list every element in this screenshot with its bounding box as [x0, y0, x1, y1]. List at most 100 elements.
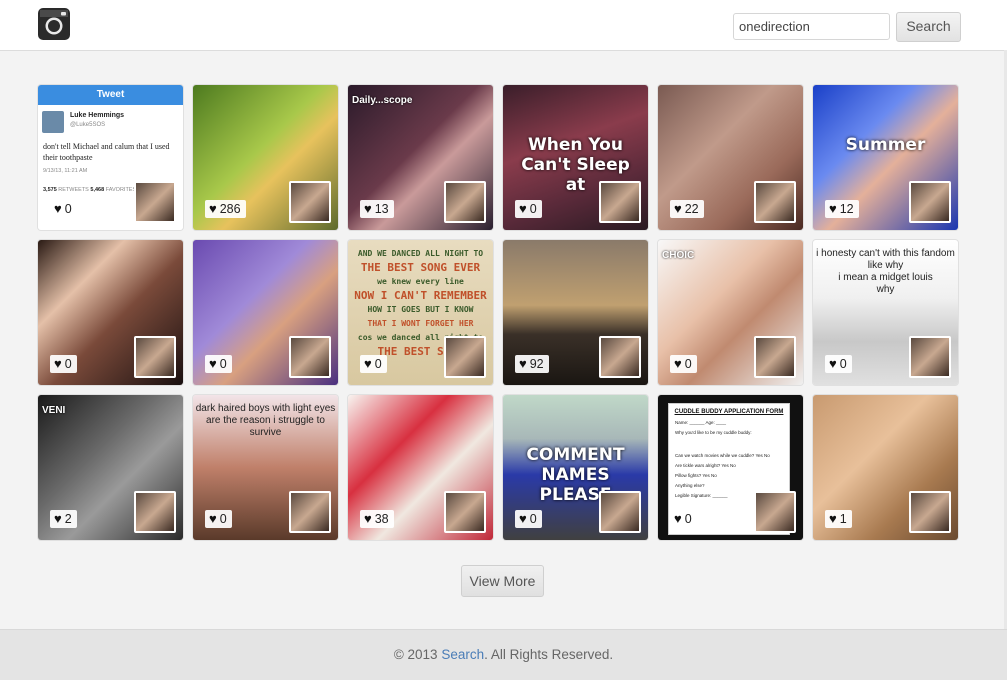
like-count: 0 — [529, 512, 537, 526]
like-count-badge[interactable]: ♥ 0 — [515, 510, 542, 528]
heart-icon: ♥ — [519, 201, 527, 216]
photo-tile[interactable]: AND WE DANCED ALL NIGHT TO THE BEST SONG … — [348, 240, 493, 385]
like-count: 0 — [64, 357, 72, 371]
heart-icon: ♥ — [674, 511, 682, 526]
user-avatar[interactable] — [599, 491, 641, 533]
like-count-badge[interactable]: ♥ 92 — [515, 355, 549, 373]
like-count: 13 — [374, 202, 389, 216]
photo-tile[interactable]: ♥ 0 — [193, 240, 338, 385]
heart-icon: ♥ — [54, 511, 62, 526]
like-count-badge[interactable]: ♥ 0 — [50, 200, 77, 218]
heart-icon: ♥ — [364, 356, 372, 371]
heart-icon: ♥ — [364, 201, 372, 216]
user-avatar[interactable] — [599, 336, 641, 378]
user-avatar[interactable] — [909, 336, 951, 378]
heart-icon: ♥ — [364, 511, 372, 526]
like-count-badge[interactable]: ♥ 2 — [50, 510, 77, 528]
user-avatar[interactable] — [754, 491, 796, 533]
photo-tile[interactable]: Tweet Luke Hemmings @Luke5SOS don't tell… — [38, 85, 183, 230]
like-count: 0 — [529, 202, 537, 216]
like-count-badge[interactable]: ♥ 0 — [205, 355, 232, 373]
quote-line: AND WE DANCED ALL NIGHT TO — [357, 249, 484, 258]
like-count-badge[interactable]: ♥ 0 — [205, 510, 232, 528]
like-count-badge[interactable]: ♥ 0 — [360, 355, 387, 373]
photo-tile[interactable]: i honesty can't with this fandom like why… — [813, 240, 958, 385]
tweet-date: 9/13/13, 11:21 AM — [43, 168, 88, 174]
like-count: 1 — [839, 512, 847, 526]
camera-icon[interactable] — [38, 8, 70, 40]
like-count-badge[interactable]: ♥ 12 — [825, 200, 859, 218]
like-count-badge[interactable]: ♥ 22 — [670, 200, 704, 218]
like-count: 38 — [374, 512, 389, 526]
quote-line: NOW I CAN'T REMEMBER — [354, 289, 487, 302]
heart-icon: ♥ — [674, 356, 682, 371]
heart-icon: ♥ — [674, 201, 682, 216]
search-button[interactable]: Search — [896, 12, 961, 42]
like-count-badge[interactable]: ♥ 1 — [825, 510, 852, 528]
photo-tile[interactable]: When You Can't Sleep at ♥ 0 — [503, 85, 648, 230]
heart-icon: ♥ — [829, 356, 837, 371]
quote-line: HOW IT GOES BUT I KNOW — [367, 305, 474, 314]
photo-tile[interactable]: ♥ 0 — [38, 240, 183, 385]
photo-tile[interactable]: ♥ 286 — [193, 85, 338, 230]
like-count-badge[interactable]: ♥ 286 — [205, 200, 246, 218]
like-count-badge[interactable]: ♥ 0 — [670, 510, 697, 528]
photo-tile[interactable]: CUDDLE BUDDY APPLICATION FORM Name: _____… — [658, 395, 803, 540]
like-count: 286 — [219, 202, 241, 216]
photo-tile[interactable]: ♥ 92 — [503, 240, 648, 385]
like-count-badge[interactable]: ♥ 0 — [670, 355, 697, 373]
photo-tile[interactable]: VENI ♥ 2 — [38, 395, 183, 540]
tweet-text: don't tell Michael and calum that I used… — [43, 142, 170, 162]
image-text-line: like why — [867, 260, 904, 271]
user-avatar[interactable] — [289, 181, 331, 223]
like-count: 92 — [529, 357, 544, 371]
image-text-line: i honesty can't with this fandom — [816, 248, 955, 259]
top-bar: Search — [0, 0, 1007, 51]
user-avatar[interactable] — [754, 336, 796, 378]
photo-tile[interactable]: Daily...scope ♥ 13 — [348, 85, 493, 230]
image-text-line: dark haired boys with light eyes — [195, 403, 336, 414]
user-avatar[interactable] — [444, 336, 486, 378]
footer-search-link[interactable]: Search — [441, 647, 484, 662]
user-avatar[interactable] — [754, 181, 796, 223]
heart-icon: ♥ — [54, 356, 62, 371]
heart-icon: ♥ — [54, 201, 62, 216]
tweet-retweets-label: RETWEETS — [58, 187, 89, 193]
heart-icon: ♥ — [519, 356, 527, 371]
heart-icon: ♥ — [829, 201, 837, 216]
heart-icon: ♥ — [829, 511, 837, 526]
view-more-button[interactable]: View More — [461, 565, 544, 597]
user-avatar[interactable] — [599, 181, 641, 223]
user-avatar[interactable] — [134, 336, 176, 378]
like-count: 12 — [839, 202, 854, 216]
like-count: 0 — [64, 202, 72, 216]
photo-tile[interactable]: ♥ 38 — [348, 395, 493, 540]
search-input[interactable] — [733, 13, 890, 40]
user-avatar[interactable] — [444, 181, 486, 223]
photo-tile[interactable]: ♥ 1 — [813, 395, 958, 540]
user-avatar[interactable] — [444, 491, 486, 533]
like-count: 0 — [219, 357, 227, 371]
like-count-badge[interactable]: ♥ 13 — [360, 200, 394, 218]
like-count-badge[interactable]: ♥ 0 — [50, 355, 77, 373]
tweet-favorites-label: FAVORITES — [105, 187, 137, 193]
photo-tile[interactable]: Summer ♥ 12 — [813, 85, 958, 230]
user-avatar[interactable] — [909, 181, 951, 223]
user-avatar[interactable] — [909, 491, 951, 533]
copyright-suffix: . All Rights Reserved. — [484, 647, 614, 662]
photo-tile[interactable]: COMMENT NAMES PLEASE ♥ 0 — [503, 395, 648, 540]
photo-tile[interactable]: CHOIC ♥ 0 — [658, 240, 803, 385]
user-avatar[interactable] — [134, 491, 176, 533]
like-count-badge[interactable]: ♥ 0 — [515, 200, 542, 218]
quote-line: we knew every line — [377, 277, 464, 286]
copyright-prefix: © 2013 — [393, 647, 442, 662]
like-count-badge[interactable]: ♥ 0 — [825, 355, 852, 373]
user-avatar[interactable] — [289, 491, 331, 533]
user-avatar[interactable] — [289, 336, 331, 378]
like-count-badge[interactable]: ♥ 38 — [360, 510, 394, 528]
photo-tile[interactable]: ♥ 22 — [658, 85, 803, 230]
tweet-handle: @Luke5SOS — [70, 122, 106, 128]
photo-tile[interactable]: dark haired boys with light eyes are the … — [193, 395, 338, 540]
user-avatar[interactable] — [134, 181, 176, 223]
tweet-user: Luke Hemmings — [70, 112, 125, 119]
